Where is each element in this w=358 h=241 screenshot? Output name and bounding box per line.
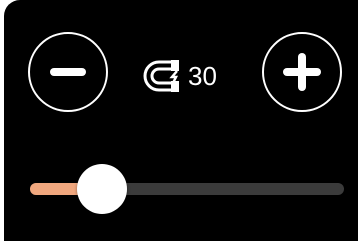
- decrease-button[interactable]: [28, 32, 108, 112]
- increase-button[interactable]: [262, 32, 342, 112]
- magnet-icon: [143, 60, 179, 92]
- minus-icon: [50, 68, 86, 76]
- plus-icon: [283, 53, 321, 91]
- snap-strength-slider[interactable]: [30, 164, 344, 214]
- snap-strength-panel: 30: [4, 0, 358, 241]
- slider-thumb[interactable]: [77, 164, 127, 214]
- snap-value-display: 30: [142, 58, 217, 94]
- snap-value: 30: [188, 61, 217, 91]
